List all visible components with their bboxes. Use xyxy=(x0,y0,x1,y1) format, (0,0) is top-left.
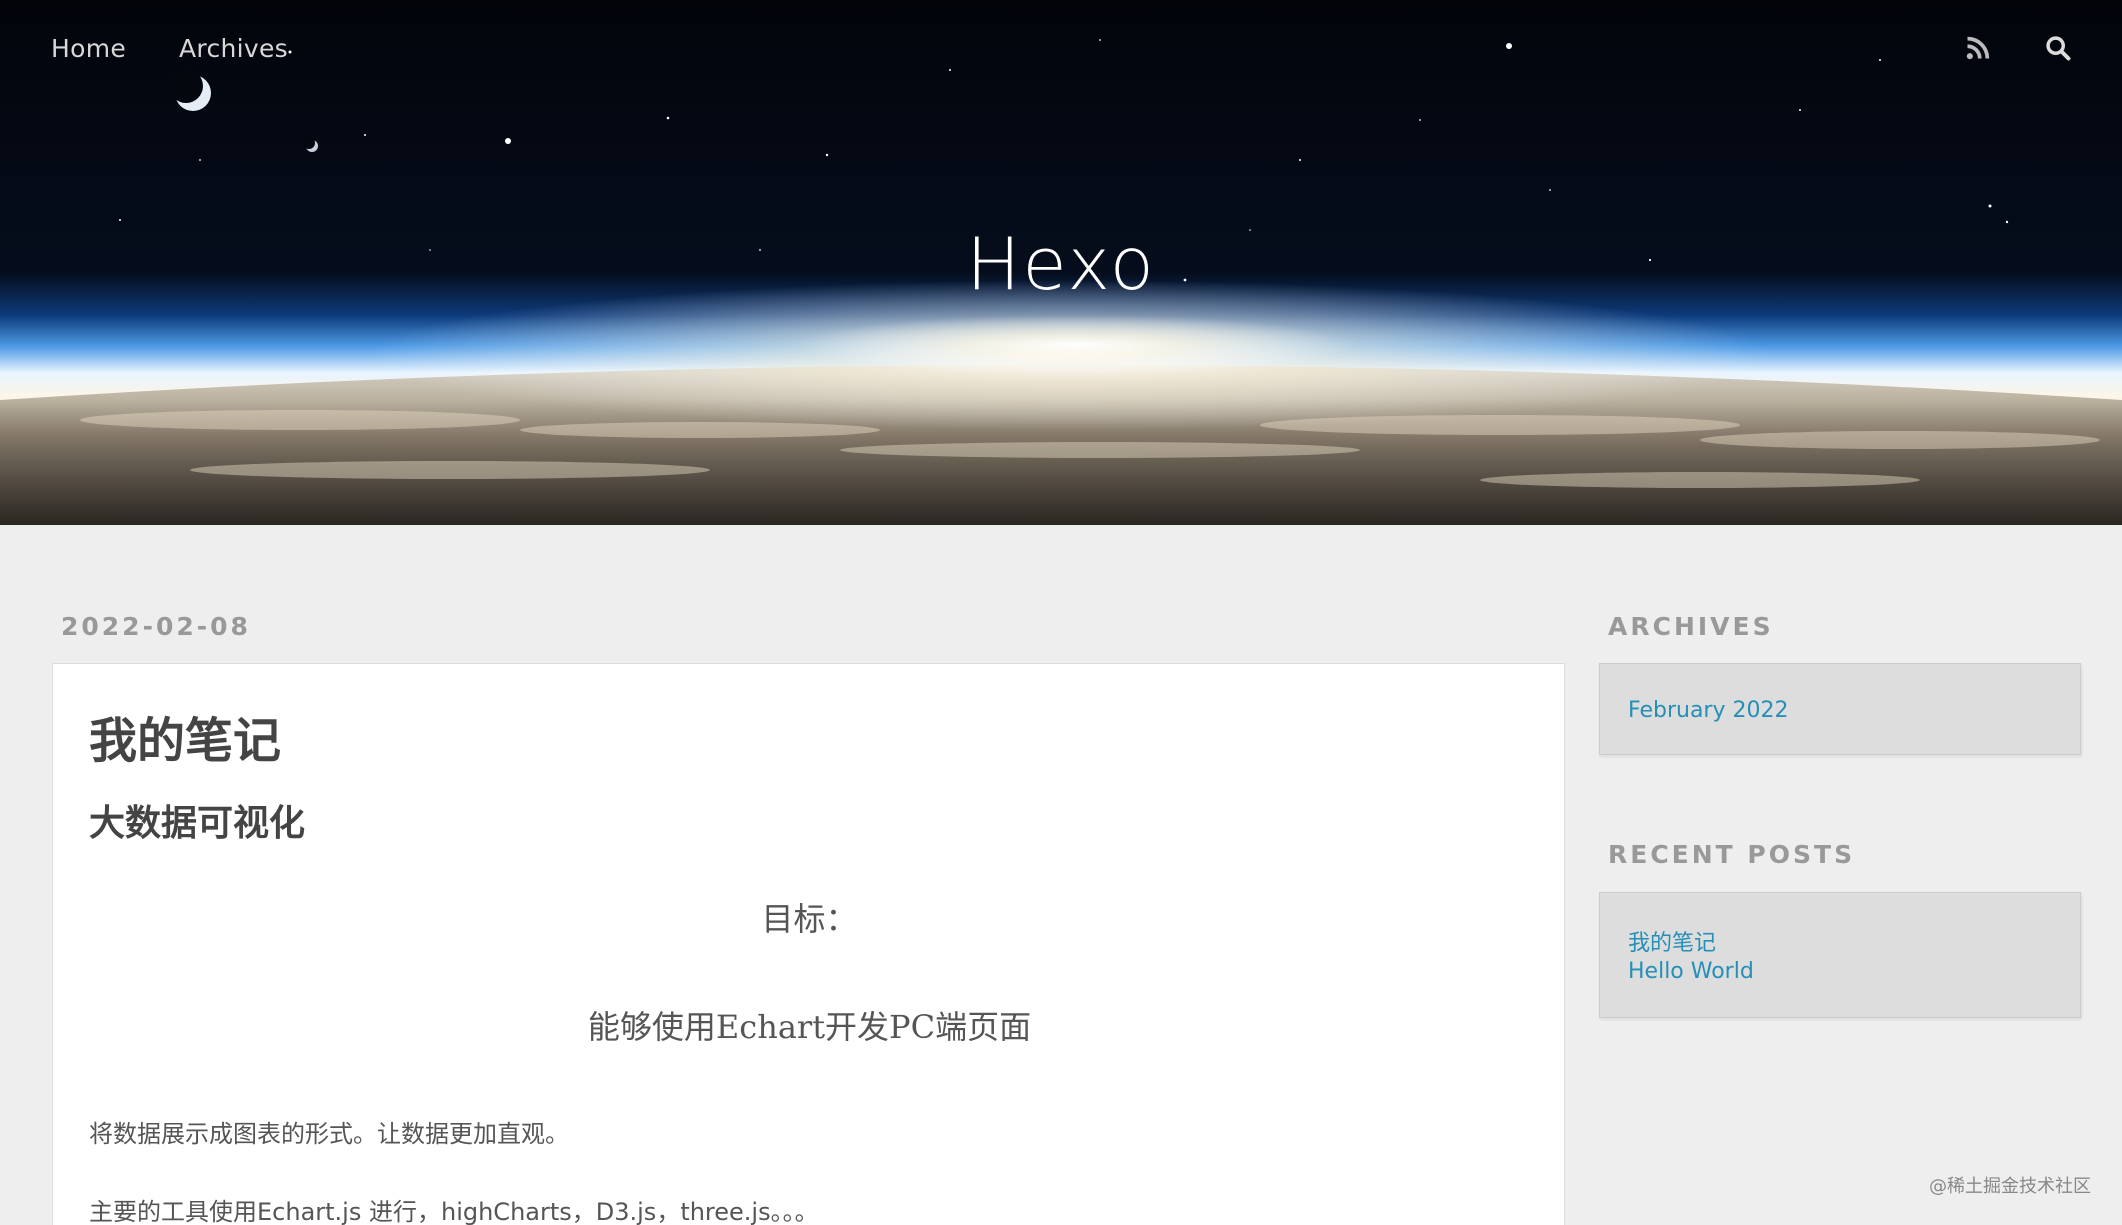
nav-actions xyxy=(1964,34,2072,62)
article-paragraph: 将数据展示成图表的形式。让数据更加直观。 xyxy=(89,1120,569,1148)
archive-link-february-2022[interactable]: February 2022 xyxy=(1628,698,1788,723)
article-paragraph: 主要的工具使用Echart.js 进行，highCharts，D3.js，thr… xyxy=(89,1198,819,1225)
main-nav: Home Archives xyxy=(51,34,288,63)
nav-archives-link[interactable]: Archives xyxy=(179,34,288,63)
recent-posts-widget: 我的笔记 Hello World xyxy=(1599,892,2081,1018)
archives-widget: February 2022 xyxy=(1599,663,2081,755)
article-card: 我的笔记 大数据可视化 目标： 能够使用Echart开发PC端页面 将数据展示成… xyxy=(52,663,1565,1225)
watermark-text: @稀土掘金技术社区 xyxy=(1929,1176,2091,1197)
site-title[interactable]: Hexo xyxy=(0,222,2122,306)
site-banner: Home Archives Hexo xyxy=(0,0,2122,525)
article-goal-text: 能够使用Echart开发PC端页面 xyxy=(587,1008,1032,1046)
archives-widget-title: ARCHIVES xyxy=(1608,612,1774,641)
recent-posts-widget-title: RECENT POSTS xyxy=(1608,840,1856,869)
nav-home-link[interactable]: Home xyxy=(51,34,126,63)
recent-post-link[interactable]: 我的笔记 xyxy=(1628,925,1716,957)
recent-post-link[interactable]: Hello World xyxy=(1628,959,1754,984)
article-goal-label: 目标： xyxy=(761,900,858,938)
article-heading: 大数据可视化 xyxy=(89,803,306,844)
post-date[interactable]: 2022-02-08 xyxy=(61,612,251,641)
search-icon[interactable] xyxy=(2044,34,2072,62)
article-title[interactable]: 我的笔记 xyxy=(89,701,281,771)
rss-icon[interactable] xyxy=(1964,34,1992,62)
